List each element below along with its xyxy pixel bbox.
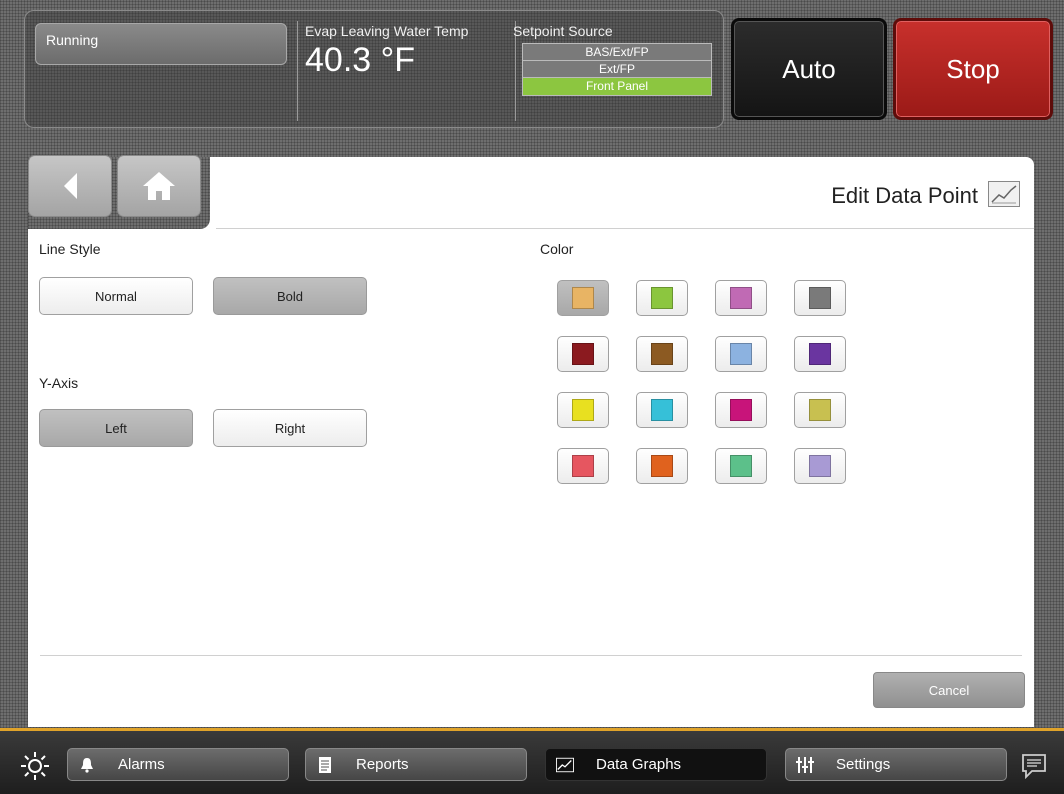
color-swatch (730, 455, 752, 477)
chat-icon[interactable] (1020, 753, 1048, 779)
home-button[interactable] (117, 155, 201, 217)
stop-button-label: Stop (946, 53, 1000, 84)
sliders-icon (796, 756, 814, 774)
running-status: Running (35, 23, 287, 65)
auto-button[interactable]: Auto (731, 18, 887, 120)
color-swatch (572, 287, 594, 309)
y-axis-label: Y-Axis (39, 375, 79, 391)
setpoint-source-label: Setpoint Source (513, 23, 613, 39)
color-swatch (730, 399, 752, 421)
y-axis-left-button[interactable]: Left (39, 409, 193, 447)
color-swatch-button[interactable] (794, 280, 846, 316)
color-swatch (651, 455, 673, 477)
color-swatch (730, 343, 752, 365)
settings-label: Settings (836, 756, 891, 773)
color-swatch (730, 287, 752, 309)
stop-button[interactable]: Stop (893, 18, 1053, 120)
color-swatch-button[interactable] (557, 448, 609, 484)
color-swatch (809, 343, 831, 365)
alarms-button[interactable]: Alarms (67, 748, 289, 781)
color-swatch-button[interactable] (636, 336, 688, 372)
color-swatch (572, 399, 594, 421)
reports-label: Reports (356, 756, 409, 773)
setpoint-option-bas: BAS/Ext/FP (523, 44, 711, 61)
data-graph-icon (988, 181, 1020, 207)
divider (40, 655, 1022, 656)
y-axis-right-button[interactable]: Right (213, 409, 367, 447)
line-style-normal-button[interactable]: Normal (39, 277, 193, 315)
bottom-nav: Alarms Reports Data Graphs Settings (0, 728, 1064, 794)
color-swatch-button[interactable] (636, 280, 688, 316)
color-swatch (651, 287, 673, 309)
data-graphs-button[interactable]: Data Graphs (545, 748, 767, 781)
color-swatch-button[interactable] (557, 336, 609, 372)
divider (216, 228, 1034, 229)
color-swatch-button[interactable] (715, 336, 767, 372)
graph-icon (556, 756, 574, 774)
document-icon (316, 756, 334, 774)
line-style-bold-button[interactable]: Bold (213, 277, 367, 315)
color-swatch (572, 455, 594, 477)
setpoint-option-ext: Ext/FP (523, 61, 711, 78)
color-swatch (572, 343, 594, 365)
color-swatch (651, 343, 673, 365)
evap-temp-label: Evap Leaving Water Temp (305, 23, 469, 39)
page-title: Edit Data Point (831, 183, 978, 208)
auto-button-label: Auto (782, 53, 836, 84)
color-swatch (651, 399, 673, 421)
back-button[interactable] (28, 155, 112, 217)
divider (297, 21, 298, 121)
home-icon (143, 172, 175, 200)
setpoint-source-list: BAS/Ext/FP Ext/FP Front Panel (522, 43, 712, 96)
color-swatch-button[interactable] (794, 448, 846, 484)
data-graphs-label: Data Graphs (596, 756, 682, 773)
color-swatch-button[interactable] (636, 392, 688, 428)
color-swatch (809, 287, 831, 309)
settings-button[interactable]: Settings (785, 748, 1007, 781)
color-swatch-button[interactable] (715, 280, 767, 316)
color-swatch-button[interactable] (715, 392, 767, 428)
color-swatch-button[interactable] (715, 448, 767, 484)
sun-icon[interactable] (20, 751, 50, 781)
setpoint-option-front-panel: Front Panel (523, 78, 711, 95)
color-swatch-button[interactable] (794, 336, 846, 372)
color-swatch (809, 455, 831, 477)
alarms-label: Alarms (118, 756, 165, 773)
back-arrow-icon (63, 173, 77, 199)
color-swatch (809, 399, 831, 421)
color-label: Color (540, 241, 574, 257)
color-swatch-button[interactable] (557, 392, 609, 428)
edit-data-point-panel: Edit Data Point Line Style Normal Bold Y… (28, 157, 1034, 727)
color-swatch-button[interactable] (636, 448, 688, 484)
evap-temp-value: 40.3 °F (305, 41, 415, 79)
running-status-text: Running (46, 32, 99, 48)
bell-icon (78, 756, 96, 774)
color-swatch-button[interactable] (794, 392, 846, 428)
line-style-label: Line Style (39, 241, 101, 257)
color-swatch-button[interactable] (557, 280, 609, 316)
cancel-button[interactable]: Cancel (873, 672, 1025, 708)
reports-button[interactable]: Reports (305, 748, 527, 781)
status-panel: Running Evap Leaving Water Temp 40.3 °F … (24, 10, 724, 128)
